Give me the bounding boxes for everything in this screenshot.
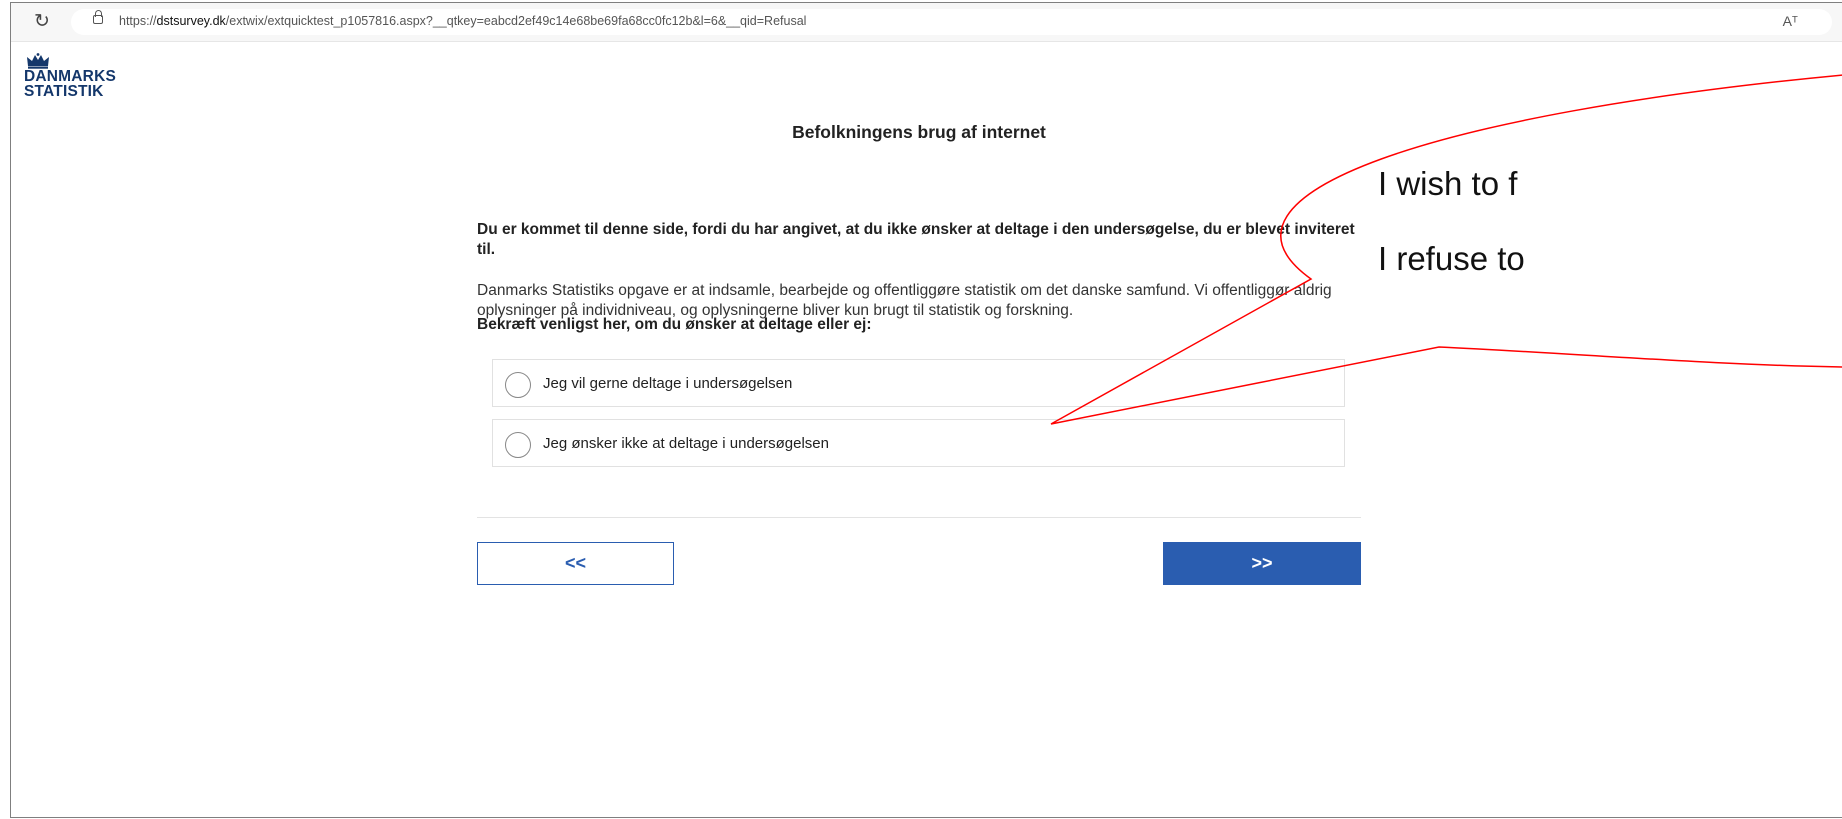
annotation-callout <box>1050 74 1842 425</box>
annotation-line-1: I wish to f <box>1378 165 1518 202</box>
annotation-line-2: I refuse to <box>1378 240 1525 277</box>
browser-window: ↻ https://dstsurvey.dk/extwix/extquickte… <box>10 2 1842 818</box>
